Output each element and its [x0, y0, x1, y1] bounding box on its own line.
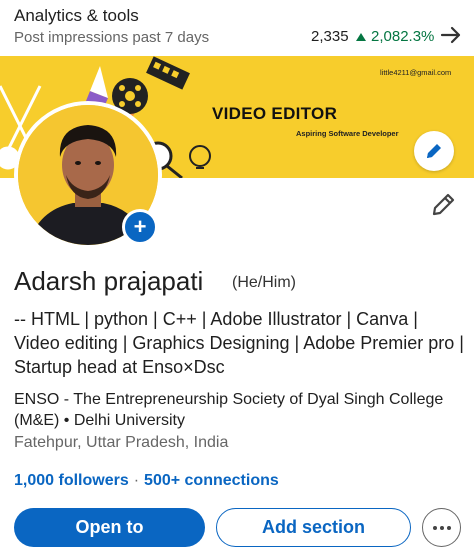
profile-name: Adarsh prajapati: [14, 266, 204, 296]
lightbulb-art: [189, 145, 211, 169]
open-to-button[interactable]: Open to: [14, 508, 205, 547]
trend-up-icon: [356, 32, 366, 41]
banner-email: little4211@gmail.com: [380, 68, 452, 77]
more-horizontal-icon: [432, 525, 451, 530]
plus-icon: +: [133, 214, 147, 239]
profile-pronouns: (He/Him): [232, 274, 296, 291]
edit-banner-button[interactable]: [414, 131, 454, 171]
film-reel-icon: [112, 56, 190, 114]
add-photo-button[interactable]: +: [122, 209, 158, 245]
network-separator: ·: [133, 472, 140, 489]
connections-link[interactable]: 500+ connections: [144, 472, 279, 489]
banner-title: VIDEO EDITOR: [212, 104, 338, 123]
profile-location: Fatehpur, Uttar Pradesh, India: [14, 434, 229, 451]
followers-link[interactable]: 1,000 followers: [14, 472, 129, 489]
analytics-subtitle: Post impressions past 7 days: [14, 29, 210, 46]
analytics-section[interactable]: Analytics & tools Post impressions past …: [0, 0, 474, 54]
impressions-count: 2,335: [311, 28, 349, 45]
profile-headline: -- HTML | python | C++ | Adobe Illustrat…: [14, 309, 464, 377]
analytics-title: Analytics & tools: [14, 6, 139, 25]
profile-organization[interactable]: ENSO - The Entrepreneurship Society of D…: [14, 389, 464, 431]
network-stats: 1,000 followers · 500+ connections: [14, 472, 279, 490]
banner-subtitle: Aspiring Software Developer: [296, 129, 399, 138]
impressions-change-value: 2,082.3%: [371, 28, 435, 45]
arrow-right-icon[interactable]: [440, 22, 462, 48]
pencil-icon: [427, 144, 441, 158]
more-options-button[interactable]: [422, 508, 461, 547]
add-section-button[interactable]: Add section: [216, 508, 411, 547]
edit-profile-pencil-icon[interactable]: [430, 190, 458, 218]
impressions-change: 2,082.3%: [356, 28, 434, 45]
